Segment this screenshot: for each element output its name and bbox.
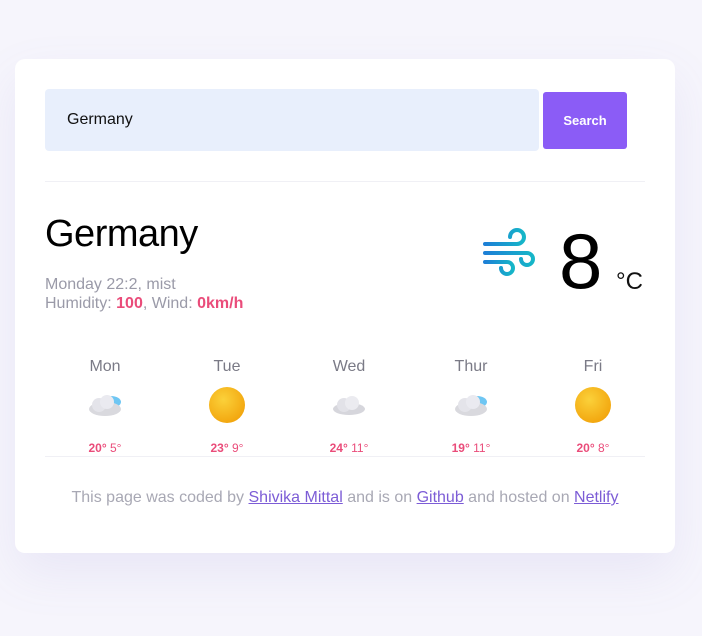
temperature-unit: °C [616,268,643,295]
sun-icon [207,385,247,425]
city-name: Germany [45,213,198,255]
wind-label: Wind: [151,295,193,312]
divider [45,456,645,457]
partly-cloudy-icon [85,385,125,425]
forecast-day: Fri 20° 8° [533,349,653,459]
search-button[interactable]: Search [543,92,627,149]
forecast-day-name: Mon [89,358,121,375]
datetime: Monday 22:2 [45,276,138,293]
humidity-value: 100 [116,295,143,312]
forecast-day-name: Fri [583,358,603,375]
forecast-low: 5° [110,441,122,455]
weather-details: Monday 22:2, mist Humidity: 100, Wind: 0… [45,275,243,313]
forecast-day-name: Thur [454,358,488,375]
footer-text: This page was coded by [71,489,249,506]
forecast-day-name: Tue [213,358,241,375]
cloud-icon [329,385,369,425]
sun-icon [573,385,613,425]
wind-icon [481,226,535,278]
footer-text: and is on [342,489,417,506]
forecast-day: Tue 23° 9° [167,349,287,459]
forecast-low: 11° [351,441,369,455]
forecast-temps: 23° 9° [167,441,287,455]
humidity-label: Humidity: [45,295,112,312]
forecast-high: 24° [329,441,348,455]
forecast-day: Mon 20° 5° [45,349,165,459]
condition: mist [146,276,176,293]
footer-text: and hosted on [463,489,575,506]
forecast-day: Wed 24° 11° [289,349,409,459]
datetime-condition: Monday 22:2, mist [45,276,176,293]
temperature-value: 8 [559,217,603,305]
partly-cloudy-icon [451,385,491,425]
netlify-link[interactable]: Netlify [574,489,618,506]
forecast-low: 8° [598,441,610,455]
divider [45,181,645,182]
forecast-high: 19° [451,441,470,455]
forecast-day-name: Wed [332,358,366,375]
weather-card: Search Germany Monday 22:2, mist Humidit… [15,59,675,553]
search-form: Search [45,89,627,151]
forecast-high: 20° [88,441,107,455]
forecast-high: 23° [210,441,229,455]
forecast-day: Thur 19° 11° [411,349,531,459]
forecast-low: 9° [232,441,244,455]
author-link[interactable]: Shivika Mittal [249,489,343,506]
forecast: Mon 20° 5° Tue 23° 9° Wed 24° 11° Thur 1… [45,349,645,459]
footer: This page was coded by Shivika Mittal an… [15,489,675,507]
forecast-temps: 19° 11° [411,441,531,455]
github-link[interactable]: Github [417,489,464,506]
forecast-temps: 20° 8° [533,441,653,455]
wind-value: 0km/h [197,295,244,312]
forecast-high: 20° [576,441,595,455]
humidity-wind: Humidity: 100, Wind: 0km/h [45,295,244,312]
search-input[interactable] [45,89,539,151]
forecast-low: 11° [473,441,491,455]
forecast-temps: 24° 11° [289,441,409,455]
forecast-temps: 20° 5° [45,441,165,455]
